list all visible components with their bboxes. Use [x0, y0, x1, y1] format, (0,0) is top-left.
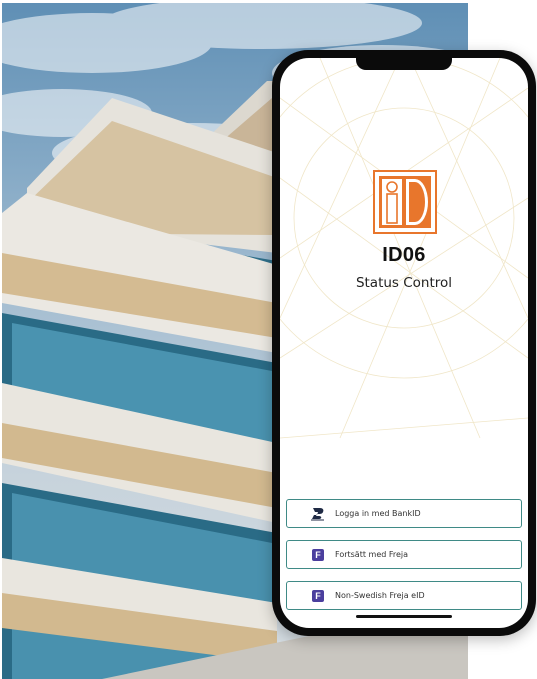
freja-login-label: Fortsätt med Freja [335, 550, 409, 559]
phone-notch [356, 58, 452, 70]
app-subtitle: Status Control [355, 275, 453, 291]
id06-logo-icon [373, 170, 437, 234]
non-swedish-freja-label: Non-Swedish Freja eID [335, 591, 425, 600]
non-swedish-freja-button[interactable]: F Non-Swedish Freja eID [286, 581, 522, 610]
freja-icon: F [309, 548, 327, 562]
home-indicator [356, 615, 452, 618]
bankid-icon [309, 507, 327, 521]
phone-frame: ID06 Status Control Logga in med BankID … [272, 50, 536, 636]
bankid-login-label: Logga in med BankID [335, 509, 421, 518]
freja-icon: F [309, 589, 327, 603]
bankid-login-button[interactable]: Logga in med BankID [286, 499, 522, 528]
app-brand: ID06 [382, 244, 426, 266]
freja-login-button[interactable]: F Fortsätt med Freja [286, 540, 522, 569]
phone-screen: ID06 Status Control Logga in med BankID … [280, 58, 528, 628]
